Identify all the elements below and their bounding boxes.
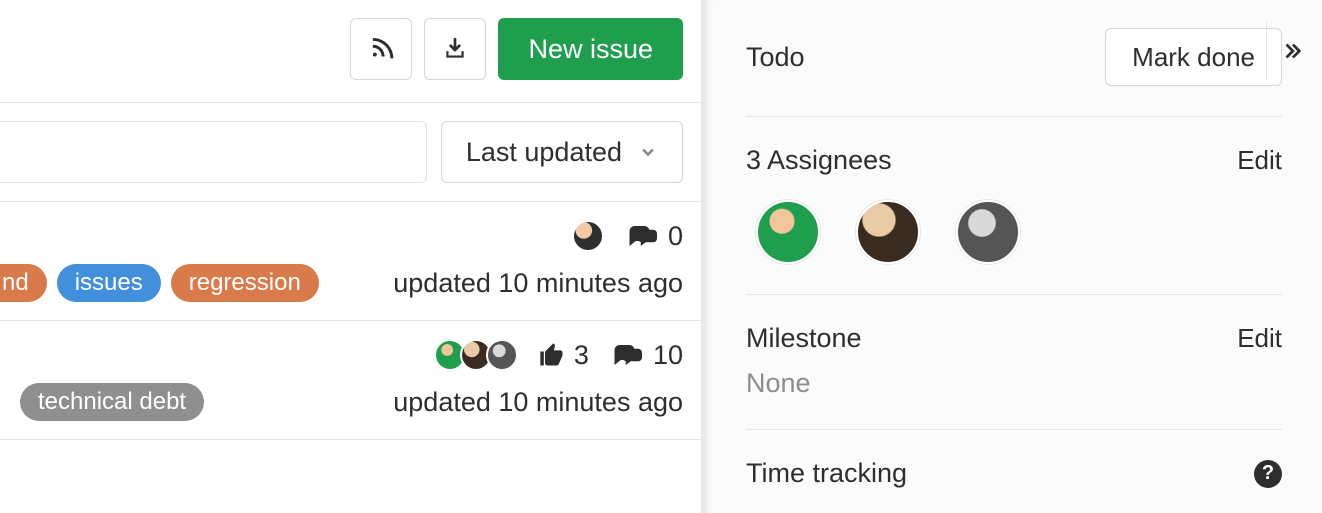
assignee-avatars xyxy=(746,200,1282,264)
milestone-block: Milestone Edit None xyxy=(746,295,1282,430)
issue-meta-bottom: technical debt updated 10 minutes ago xyxy=(0,383,683,421)
mark-done-button[interactable]: Mark done xyxy=(1105,28,1282,86)
new-issue-button[interactable]: New issue xyxy=(498,18,683,80)
help-icon[interactable]: ? xyxy=(1254,460,1282,488)
label[interactable]: technical debt xyxy=(20,383,204,421)
comments-count[interactable]: 0 xyxy=(624,221,683,252)
avatar[interactable] xyxy=(956,200,1020,264)
todo-block: Todo Mark done xyxy=(746,0,1282,117)
comments-icon xyxy=(609,340,645,370)
assignees-title: 3 Assignees xyxy=(746,145,892,176)
label[interactable]: nd xyxy=(0,264,47,302)
time-tracking-block: Time tracking ? xyxy=(746,430,1282,493)
issue-meta: 3 10 xyxy=(0,335,683,375)
rss-button[interactable] xyxy=(350,18,412,80)
labels: nd issues regression xyxy=(0,264,375,302)
chevron-double-right-icon xyxy=(1281,40,1303,62)
label[interactable]: issues xyxy=(57,264,161,302)
rss-icon xyxy=(368,36,394,62)
avatar[interactable] xyxy=(572,220,604,252)
chevron-down-icon xyxy=(638,142,658,162)
milestone-edit-link[interactable]: Edit xyxy=(1237,323,1282,354)
avatar-stack xyxy=(434,339,518,371)
label[interactable]: regression xyxy=(171,264,319,302)
download-icon xyxy=(442,36,468,62)
issue-meta-bottom: nd issues regression updated 10 minutes … xyxy=(0,264,683,302)
issue-row[interactable]: 3 10 technical debt updated 10 minutes a… xyxy=(0,321,701,440)
updated-time: updated 10 minutes ago xyxy=(393,387,683,418)
labels: technical debt xyxy=(0,383,375,421)
actions-row: New issue xyxy=(0,10,701,102)
issue-list: 0 nd issues regression updated 10 minute… xyxy=(0,202,701,440)
avatar[interactable] xyxy=(486,339,518,371)
issue-sidebar: Todo Mark done 3 Assignees Edit Mileston… xyxy=(702,0,1322,513)
sort-dropdown[interactable]: Last updated xyxy=(441,121,683,183)
comments-icon xyxy=(624,221,660,251)
assignees-block: 3 Assignees Edit xyxy=(746,117,1282,295)
issue-row[interactable]: 0 nd issues regression updated 10 minute… xyxy=(0,202,701,321)
collapse-sidebar-button[interactable] xyxy=(1266,22,1316,80)
milestone-value: None xyxy=(746,368,1282,399)
comments-count[interactable]: 10 xyxy=(609,340,683,371)
thumbs-up-icon xyxy=(538,341,566,369)
assignees-edit-link[interactable]: Edit xyxy=(1237,145,1282,176)
sort-label: Last updated xyxy=(466,137,622,168)
issue-meta: 0 xyxy=(0,216,683,256)
download-button[interactable] xyxy=(424,18,486,80)
thumbs-count[interactable]: 3 xyxy=(538,340,589,371)
filter-row: Last updated xyxy=(0,102,701,202)
avatar[interactable] xyxy=(856,200,920,264)
issues-main-panel: New issue Last updated 0 xyxy=(0,0,702,513)
avatar[interactable] xyxy=(756,200,820,264)
search-input[interactable] xyxy=(0,121,427,183)
todo-title: Todo xyxy=(746,42,805,73)
updated-time: updated 10 minutes ago xyxy=(393,268,683,299)
milestone-title: Milestone xyxy=(746,323,862,354)
time-tracking-title: Time tracking xyxy=(746,458,907,489)
